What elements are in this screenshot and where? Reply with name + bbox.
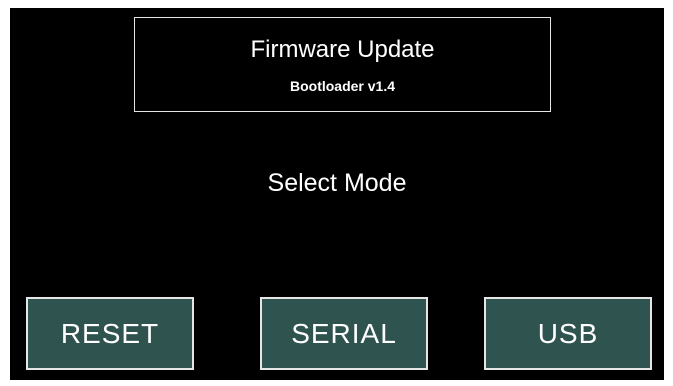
select-mode-prompt: Select Mode (267, 169, 407, 197)
page-title: Firmware Update (250, 36, 435, 63)
device-screen: Firmware Update Bootloader v1.4 Select M… (10, 8, 664, 380)
usb-button[interactable]: USB (484, 297, 652, 370)
reset-button[interactable]: RESET (26, 297, 194, 370)
title-panel: Firmware Update Bootloader v1.4 (134, 17, 551, 112)
serial-button[interactable]: SERIAL (260, 297, 428, 370)
bootloader-version: Bootloader v1.4 (289, 78, 396, 94)
